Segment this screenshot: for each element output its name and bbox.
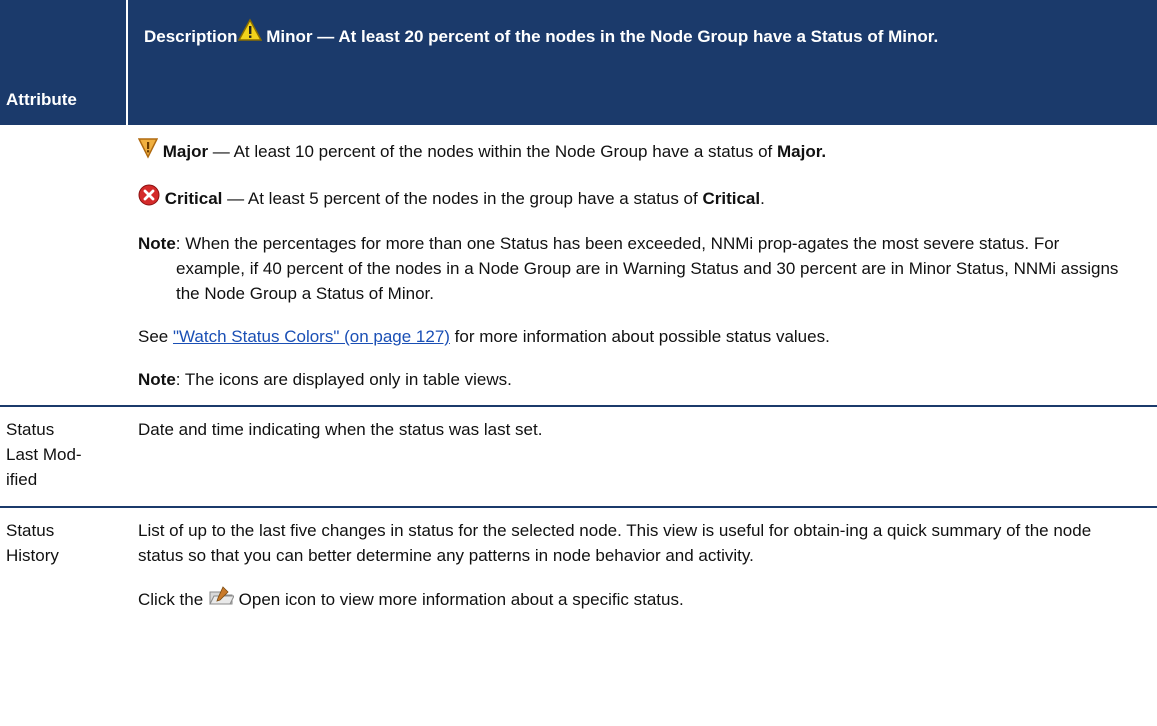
header-description: Description Minor — At least 20 percent … xyxy=(128,0,1157,125)
description-text: List of up to the last five changes in s… xyxy=(138,521,1092,565)
critical-x-icon xyxy=(138,184,160,213)
row-description: Date and time indicating when the status… xyxy=(128,417,1157,492)
note-paragraph: Note: When the percentages for more than… xyxy=(138,231,1133,306)
row-attribute: Status Last Mod- ified xyxy=(0,417,128,492)
note2-text: : The icons are displayed only in table … xyxy=(175,370,512,389)
attribute-line: Last Mod- xyxy=(6,445,82,464)
critical-period: . xyxy=(760,189,765,208)
header-attribute: Attribute xyxy=(0,0,128,125)
see-suffix: for more information about possible stat… xyxy=(449,327,830,346)
click-open-paragraph: Click the Open icon to view more informa… xyxy=(138,586,1133,613)
minor-description: — At least 20 percent of the nodes in th… xyxy=(312,27,939,46)
attribute-line: ified xyxy=(6,470,38,489)
table-row-status-last-modified: Status Last Mod- ified Date and time ind… xyxy=(0,407,1157,508)
critical-text: — At least 5 percent of the nodes in the… xyxy=(222,189,703,208)
description-text: Date and time indicating when the status… xyxy=(138,420,543,439)
table-header: Attribute Description Minor — At least 2… xyxy=(0,0,1157,125)
table-row-status-history: Status History List of up to the last fi… xyxy=(0,508,1157,613)
note2-paragraph: Note: The icons are displayed only in ta… xyxy=(138,367,1133,392)
attribute-line: Status xyxy=(6,521,55,540)
critical-end: Critical xyxy=(702,189,761,208)
row-description: List of up to the last five changes in s… xyxy=(128,518,1157,613)
note2-label: Note xyxy=(138,370,176,389)
critical-line: Critical — At least 5 percent of the nod… xyxy=(138,184,1133,213)
click-suffix: Open icon to view more information about… xyxy=(233,590,684,609)
critical-label: Critical xyxy=(164,189,223,208)
minor-label: Minor xyxy=(266,27,313,46)
see-paragraph: See "Watch Status Colors" (on page 127) … xyxy=(138,324,1133,349)
major-triangle-icon xyxy=(137,137,159,166)
header-attribute-label: Attribute xyxy=(6,90,77,109)
major-line: Major — At least 10 percent of the nodes… xyxy=(137,137,1133,166)
note-text: : When the percentages for more than one… xyxy=(175,234,1119,303)
see-prefix: See xyxy=(138,327,173,346)
note-label: Note xyxy=(138,234,176,253)
major-end: Major. xyxy=(776,142,827,161)
row-attribute: Status History xyxy=(0,518,128,613)
attribute-line: Status xyxy=(6,420,55,439)
open-icon xyxy=(208,586,235,613)
click-prefix: Click the xyxy=(138,590,208,609)
watch-status-colors-link[interactable]: "Watch Status Colors" (on page 127) xyxy=(173,327,450,346)
major-label: Major xyxy=(162,142,209,161)
table-row-status: Major — At least 10 percent of the nodes… xyxy=(0,125,1157,407)
header-description-label: Description xyxy=(144,27,238,46)
attribute-table: Attribute Description Minor — At least 2… xyxy=(0,0,1157,613)
row-attribute-empty xyxy=(0,137,128,392)
warning-triangle-icon xyxy=(237,18,262,49)
attribute-line: History xyxy=(6,546,59,565)
row-description: Major — At least 10 percent of the nodes… xyxy=(128,137,1157,392)
major-text: — At least 10 percent of the nodes withi… xyxy=(208,142,777,161)
